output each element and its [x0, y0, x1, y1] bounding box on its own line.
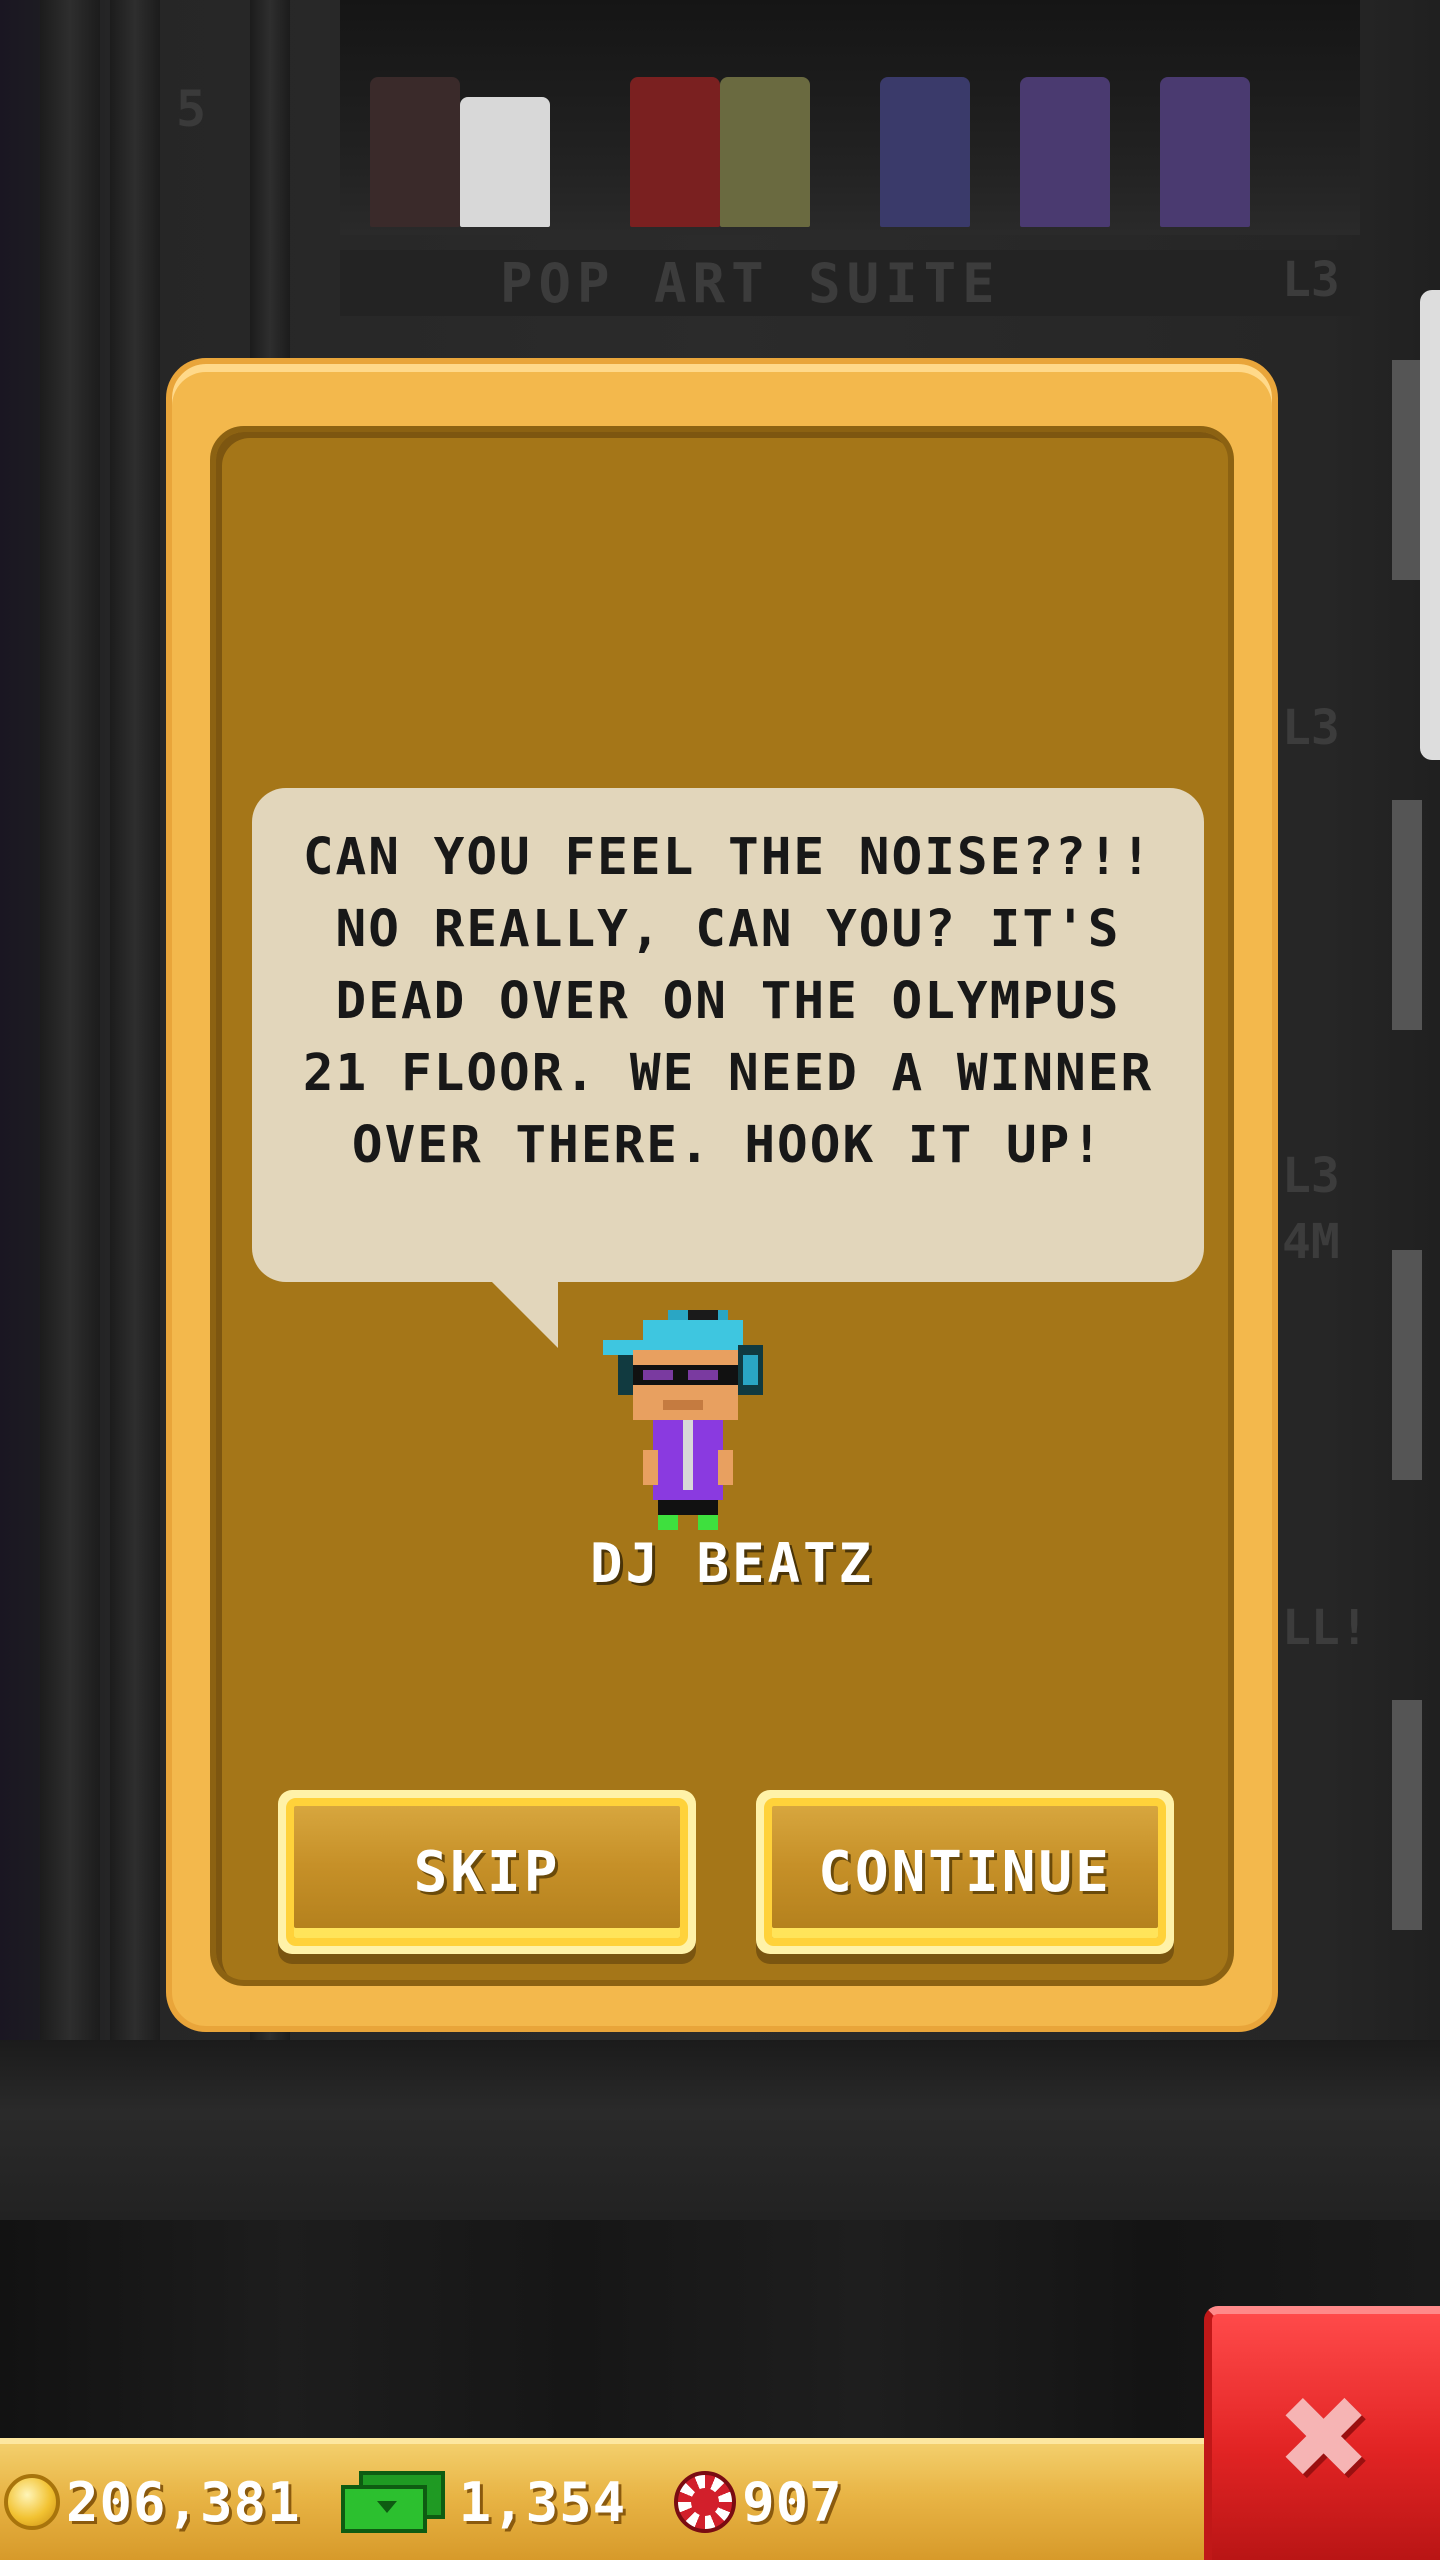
mission-dialog: CAN YOU FEEL THE NOISE??!! NO REALLY, CA… [166, 358, 1278, 2032]
coins-counter[interactable]: 206,381 [4, 2471, 301, 2534]
casino-chip-icon [674, 2471, 737, 2533]
coins-value: 206,381 [66, 2470, 301, 2534]
bitizen-figure [630, 77, 720, 227]
chips-value: 907 [742, 2470, 843, 2534]
floor-level: L3 [1282, 700, 1340, 756]
tower-bux-icon [340, 2471, 445, 2533]
speech-bubble: CAN YOU FEEL THE NOISE??!! NO REALLY, CA… [252, 788, 1204, 1282]
dialog-message: CAN YOU FEEL THE NOISE??!! NO REALLY, CA… [302, 828, 1154, 1175]
window [1392, 1250, 1422, 1480]
speech-bubble-tail [490, 1280, 558, 1348]
skip-button-face[interactable]: SKIP [286, 1798, 688, 1946]
bux-counter[interactable]: 1,354 [327, 2471, 627, 2534]
dj-beatz-avatar [603, 1310, 763, 1530]
continue-button[interactable]: CONTINUE [756, 1790, 1174, 1954]
bitizen-figure [720, 77, 810, 227]
floor-name: POP ART SUITE [500, 252, 1001, 315]
chips-counter[interactable]: 907 [652, 2471, 843, 2534]
skip-button[interactable]: SKIP [278, 1790, 696, 1954]
character-name: DJ BEATZ [589, 1532, 875, 1595]
window [1392, 360, 1422, 580]
decor-figure [370, 77, 460, 227]
elevator-shaft [40, 0, 100, 2040]
bux-value: 1,354 [458, 2470, 627, 2534]
close-button[interactable]: ✖ [1204, 2306, 1440, 2560]
bitizen-figure [1160, 77, 1250, 227]
floor-level: L3 [1282, 1148, 1340, 1204]
lobby-ceiling [0, 2040, 1440, 2220]
window [1392, 800, 1422, 1030]
floor-level: L3 [1282, 252, 1340, 308]
side-scroll-handle[interactable] [1420, 290, 1440, 760]
floor-level: 4M [1282, 1214, 1340, 1270]
floor-level: LL! [1282, 1600, 1369, 1656]
resource-bar: 206,381 1,354 907 [0, 2438, 1210, 2560]
elevator-shaft [110, 0, 160, 2040]
close-x-icon: ✖ [1280, 2350, 1372, 2524]
decor-figure [460, 97, 550, 227]
bitizen-figure [1020, 77, 1110, 227]
skip-button-label: SKIP [413, 1839, 561, 1905]
floor-room[interactable] [340, 0, 1360, 235]
continue-button-face[interactable]: CONTINUE [764, 1798, 1166, 1946]
floor-number: 5 [176, 80, 207, 138]
window [1392, 1700, 1422, 1930]
coin-icon [4, 2474, 60, 2530]
continue-button-label: CONTINUE [818, 1839, 1112, 1905]
bitizen-figure [880, 77, 970, 227]
